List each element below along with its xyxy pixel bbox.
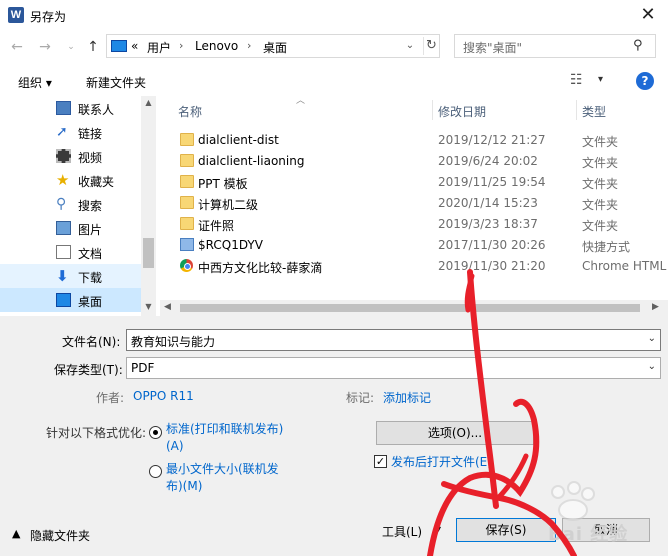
table-row[interactable]: $RCQ1DYV 2017/11/30 20:26 快捷方式: [160, 235, 668, 256]
tags-label: 标记:: [346, 391, 375, 405]
column-header-type[interactable]: 类型: [582, 103, 606, 120]
folder-icon: [180, 217, 194, 230]
filename-input[interactable]: 教育知识与能力 ⌄: [126, 329, 661, 351]
breadcrumb-desktop[interactable]: 桌面: [263, 39, 287, 56]
optimize-label: 针对以下格式优化:: [46, 426, 147, 440]
star-icon: ★: [56, 171, 70, 189]
link-icon: ➚: [56, 124, 68, 140]
organize-button[interactable]: 组织 ▾: [18, 74, 52, 91]
picture-icon: [56, 221, 71, 235]
sidebar-item-favorites[interactable]: ★ 收藏夹: [0, 168, 141, 192]
filelist-scroll-thumb[interactable]: [180, 304, 640, 312]
optimize-minimum-radio[interactable]: [149, 465, 162, 478]
author-value[interactable]: OPPO R11: [133, 389, 194, 403]
window-title: 另存为: [30, 10, 67, 24]
view-options-icon[interactable]: ☷: [570, 72, 583, 88]
document-icon: [56, 245, 71, 259]
scroll-right-arrow-icon[interactable]: ▶: [652, 302, 659, 312]
sidebar-item-downloads[interactable]: ⬇ 下载: [0, 264, 141, 288]
up-button[interactable]: ↑: [82, 36, 104, 58]
filetype-label: 保存类型(T):: [54, 363, 123, 377]
address-dropdown[interactable]: ⌄: [401, 37, 419, 55]
search-icon: ⚲: [56, 196, 67, 212]
sidebar-item-desktop[interactable]: 桌面: [0, 288, 141, 312]
video-icon: [56, 149, 71, 163]
hide-folders-button[interactable]: 隐藏文件夹: [30, 527, 90, 544]
table-row[interactable]: PPT 模板 2019/11/25 19:54 文件夹: [160, 172, 668, 193]
open-after-publish-checkbox[interactable]: ✓: [374, 455, 387, 468]
sidebar-item-documents[interactable]: 文档: [0, 240, 141, 264]
breadcrumb-separator: ›: [179, 39, 184, 52]
forward-button[interactable]: →: [34, 36, 56, 58]
add-tags-link[interactable]: 添加标记: [383, 389, 431, 406]
open-after-publish-label[interactable]: 发布后打开文件(E): [391, 453, 492, 470]
breadcrumb-overflow[interactable]: «: [131, 39, 138, 53]
optimize-standard-label[interactable]: 标准(打印和联机发布) (A): [166, 421, 283, 455]
folder-icon: [180, 154, 194, 167]
column-header-date[interactable]: 修改日期: [438, 103, 486, 120]
column-divider[interactable]: [432, 100, 433, 120]
back-button[interactable]: ←: [6, 36, 28, 58]
navpane-scrollbar[interactable]: [141, 96, 156, 316]
table-row[interactable]: 中西方文化比较-薛家滴 2019/11/30 21:20 Chrome HTML: [160, 256, 668, 277]
table-row[interactable]: dialclient-dist 2019/12/12 21:27 文件夹: [160, 130, 668, 151]
filename-label: 文件名(N):: [62, 335, 121, 349]
breadcrumb-lenovo[interactable]: Lenovo: [195, 39, 238, 53]
word-app-icon: W: [8, 7, 24, 23]
download-icon: ⬇: [56, 267, 69, 285]
desktop-icon: [56, 293, 71, 307]
chevron-down-icon[interactable]: ⌄: [648, 361, 656, 372]
chrome-icon: [180, 259, 193, 272]
search-input[interactable]: 搜索"桌面" ⚲: [454, 34, 656, 58]
folder-icon: [180, 196, 194, 209]
scroll-up-arrow-icon[interactable]: ▲: [141, 98, 156, 110]
options-button[interactable]: 选项(O)...: [376, 421, 534, 445]
sort-ascending-icon: ︿: [296, 96, 306, 106]
breadcrumb-users[interactable]: 用户: [147, 39, 171, 56]
optimize-standard-radio[interactable]: [149, 426, 162, 439]
chevron-down-icon[interactable]: ⌄: [648, 333, 656, 344]
folder-icon: [180, 175, 194, 188]
navpane-scroll-thumb[interactable]: [143, 238, 154, 268]
title-bar: [0, 0, 668, 30]
shortcut-icon: [180, 238, 194, 251]
filetype-select[interactable]: PDF ⌄: [126, 357, 661, 379]
watermark-text: Bai 经验: [548, 524, 629, 545]
scroll-left-arrow-icon[interactable]: ◀: [164, 302, 171, 312]
sidebar-item-pictures[interactable]: 图片: [0, 216, 141, 240]
desktop-location-icon: [111, 40, 127, 52]
sidebar-item-contacts[interactable]: 联系人: [0, 96, 141, 120]
refresh-icon[interactable]: ↻: [423, 37, 439, 55]
view-dropdown-icon[interactable]: ▾: [598, 74, 603, 85]
sidebar-item-searches[interactable]: ⚲ 搜索: [0, 192, 141, 216]
column-header-name[interactable]: 名称: [178, 103, 202, 120]
folder-icon: [180, 133, 194, 146]
author-label: 作者:: [96, 391, 125, 405]
optimize-minimum-label[interactable]: 最小文件大小(联机发 布)(M): [166, 461, 279, 495]
tools-dropdown-icon[interactable]: ▾: [436, 524, 441, 535]
close-button[interactable]: ✕: [628, 0, 668, 30]
recent-locations-dropdown[interactable]: ⌄: [60, 36, 82, 58]
tools-button[interactable]: 工具(L): [382, 523, 422, 540]
toolbar: 组织 ▾ 新建文件夹 ☷ ▾: [0, 66, 668, 96]
address-bar[interactable]: « 用户 › Lenovo › 桌面 ⌄ ↻: [106, 34, 440, 58]
scroll-down-arrow-icon[interactable]: ▼: [141, 302, 156, 314]
new-folder-button[interactable]: 新建文件夹: [86, 74, 146, 91]
breadcrumb-separator: ›: [247, 39, 252, 52]
magnifier-icon: ⚲: [633, 38, 643, 53]
help-button[interactable]: ?: [636, 72, 654, 90]
table-row[interactable]: 计算机二级 2020/1/14 15:23 文件夹: [160, 193, 668, 214]
table-row[interactable]: 证件照 2019/3/23 18:37 文件夹: [160, 214, 668, 235]
column-divider[interactable]: [576, 100, 577, 120]
contacts-icon: [56, 101, 71, 115]
table-row[interactable]: dialclient-liaoning 2019/6/24 20:02 文件夹: [160, 151, 668, 172]
sidebar-item-links[interactable]: ➚ 链接: [0, 120, 141, 144]
chevron-up-icon[interactable]: ▲: [12, 527, 20, 540]
sidebar-item-videos[interactable]: 视频: [0, 144, 141, 168]
search-placeholder: 搜索"桌面": [463, 41, 523, 55]
